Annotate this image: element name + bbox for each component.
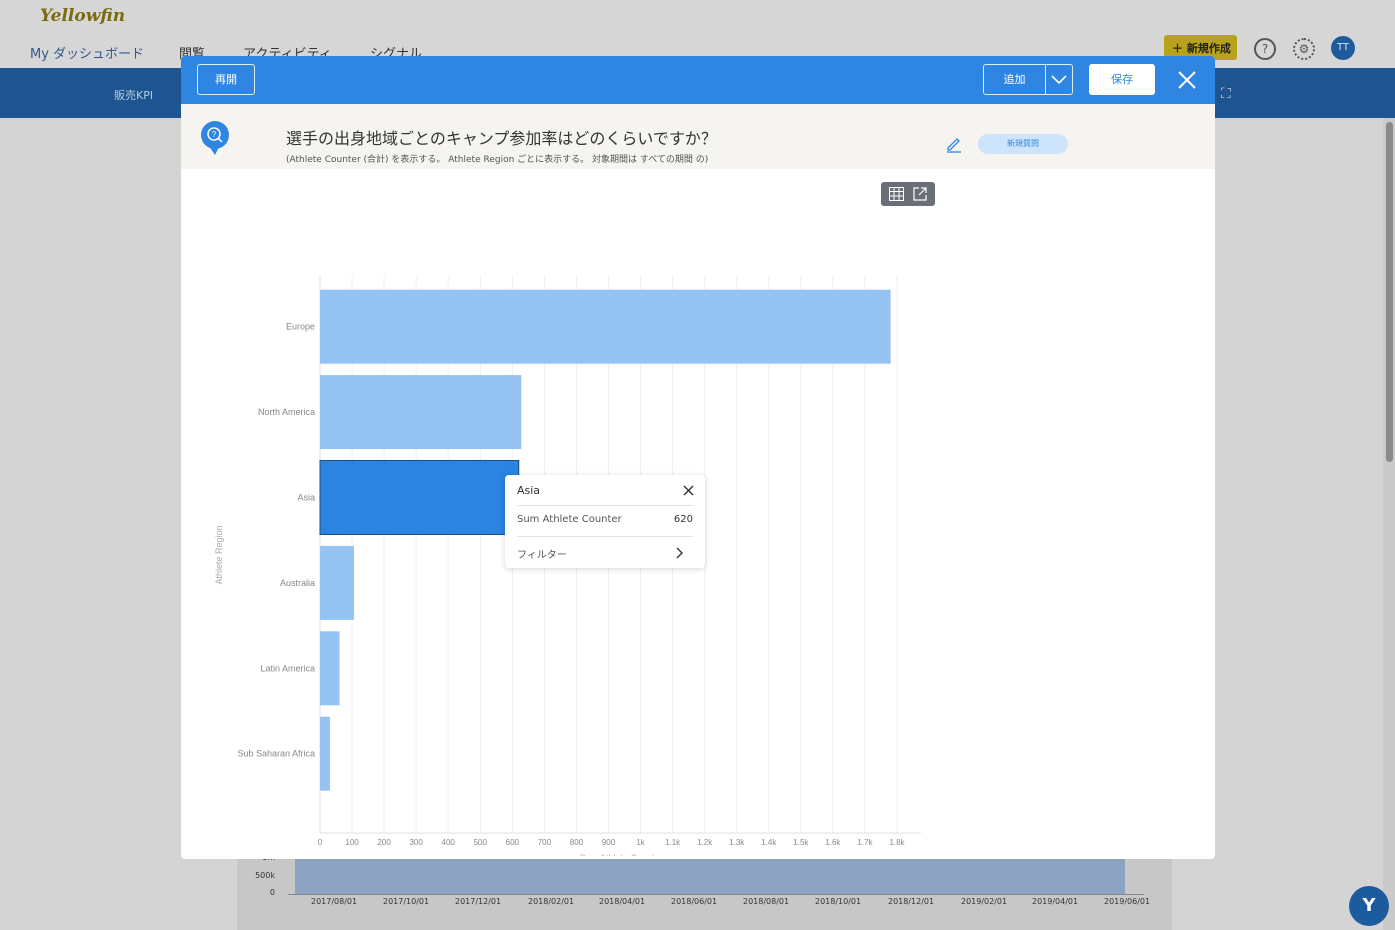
background-x-tick: 2019/02/01 bbox=[961, 897, 1008, 906]
tooltip-metric-value: 620 bbox=[673, 514, 693, 525]
x-tick-label: 800 bbox=[570, 838, 584, 847]
category-label: Europe bbox=[286, 322, 315, 332]
guided-question-modal: 再開 追加 保存 ? 選手の出身地域ごとのキャンプ参加率はどのくらいですか？ (… bbox=[181, 56, 1215, 859]
dashboard-tab-sales-kpi[interactable]: 販売KPI bbox=[114, 87, 153, 103]
category-label: Sub Saharan Africa bbox=[237, 749, 315, 759]
x-tick-label: 1.3k bbox=[729, 838, 745, 847]
help-icon[interactable]: ? bbox=[1254, 38, 1276, 60]
bar-europe[interactable] bbox=[320, 289, 891, 364]
chevron-down-icon[interactable] bbox=[1050, 71, 1068, 89]
category-label: North America bbox=[258, 407, 315, 417]
tooltip-metric-label: Sum Athlete Counter bbox=[517, 514, 622, 525]
chevron-right-icon[interactable] bbox=[676, 547, 684, 559]
bar-sub-saharan-africa[interactable] bbox=[320, 716, 330, 791]
x-tick-label: 500 bbox=[474, 838, 488, 847]
background-x-tick: 2019/06/01 bbox=[1104, 897, 1151, 906]
category-label: Australia bbox=[280, 578, 315, 588]
background-y-tick: 500k bbox=[255, 871, 275, 880]
bar-australia[interactable] bbox=[320, 545, 354, 620]
fullscreen-icon[interactable]: ⛶ bbox=[1221, 86, 1231, 102]
pencil-edit-icon[interactable] bbox=[945, 135, 963, 153]
save-button[interactable]: 保存 bbox=[1089, 64, 1155, 95]
table-icon[interactable] bbox=[889, 187, 904, 201]
x-tick-label: 200 bbox=[377, 838, 391, 847]
question-bar: ? 選手の出身地域ごとのキャンプ参加率はどのくらいですか？ (Athlete C… bbox=[181, 104, 1215, 169]
add-button[interactable]: 追加 bbox=[984, 65, 1046, 94]
background-x-tick: 2018/04/01 bbox=[599, 897, 646, 906]
close-icon[interactable] bbox=[1177, 70, 1197, 90]
yellowfin-logo[interactable]: Yellowfin bbox=[40, 6, 125, 26]
background-x-tick: 2018/02/01 bbox=[528, 897, 575, 906]
x-tick-label: 1.5k bbox=[793, 838, 809, 847]
question-bubble-icon: ? bbox=[201, 121, 229, 155]
x-tick-label: 1.7k bbox=[857, 838, 873, 847]
assistant-fab-button[interactable]: Y bbox=[1349, 886, 1389, 926]
x-tick-label: 0 bbox=[318, 838, 323, 847]
reopen-button[interactable]: 再開 bbox=[197, 64, 255, 95]
x-axis-title: Sum Athlete Counter bbox=[579, 853, 662, 856]
x-tick-label: 1k bbox=[636, 838, 645, 847]
add-dropdown[interactable]: 追加 bbox=[983, 64, 1073, 95]
background-x-tick: 2017/08/01 bbox=[311, 897, 358, 906]
tooltip-title: Asia bbox=[517, 484, 541, 497]
background-x-tick: 2018/10/01 bbox=[815, 897, 862, 906]
question-title: 選手の出身地域ごとのキャンプ参加率はどのくらいですか？ bbox=[286, 129, 717, 148]
scrollbar-thumb[interactable] bbox=[1386, 122, 1393, 462]
svg-text:?: ? bbox=[212, 130, 217, 139]
background-x-tick: 2018/12/01 bbox=[888, 897, 935, 906]
category-label: Asia bbox=[297, 493, 315, 503]
background-area-series bbox=[295, 858, 1125, 894]
new-question-badge[interactable]: 新規質問 bbox=[978, 134, 1068, 154]
x-tick-label: 1.8k bbox=[889, 838, 905, 847]
x-tick-label: 400 bbox=[442, 838, 456, 847]
tooltip-filter-option[interactable]: フィルター bbox=[517, 546, 567, 561]
open-external-icon[interactable] bbox=[913, 187, 927, 201]
gear-icon[interactable]: ⚙ bbox=[1293, 38, 1315, 60]
x-tick-label: 600 bbox=[506, 838, 520, 847]
background-x-tick: 2017/12/01 bbox=[455, 897, 502, 906]
x-tick-label: 100 bbox=[345, 838, 359, 847]
bar-asia[interactable] bbox=[319, 460, 520, 535]
background-x-tick: 2017/10/01 bbox=[383, 897, 430, 906]
divider bbox=[517, 505, 693, 506]
bar-north-america[interactable] bbox=[320, 375, 522, 450]
background-x-tick: 2019/04/01 bbox=[1032, 897, 1079, 906]
nav-my-dashboard[interactable]: My ダッシュボード bbox=[18, 43, 157, 70]
background-x-axis bbox=[288, 894, 1144, 895]
x-tick-label: 1.4k bbox=[761, 838, 777, 847]
category-label: Latin America bbox=[260, 663, 315, 673]
x-tick-label: 900 bbox=[602, 838, 616, 847]
x-tick-label: 300 bbox=[409, 838, 423, 847]
avatar[interactable]: TT bbox=[1331, 36, 1355, 60]
data-point-tooltip: Asia Sum Athlete Counter 620 フィルター bbox=[505, 475, 705, 568]
background-x-tick: 2018/08/01 bbox=[743, 897, 790, 906]
modal-header: 再開 追加 保存 bbox=[181, 56, 1215, 104]
x-tick-label: 1.6k bbox=[825, 838, 841, 847]
background-x-tick: 2018/06/01 bbox=[671, 897, 718, 906]
x-tick-label: 1.2k bbox=[697, 838, 713, 847]
bar-latin-america[interactable] bbox=[320, 631, 340, 706]
chart-toolbar bbox=[881, 182, 935, 206]
question-description: (Athlete Counter (合計) を表示する。 Athlete Reg… bbox=[286, 155, 709, 165]
close-icon[interactable] bbox=[683, 485, 694, 496]
y-axis-title: Athlete Region bbox=[214, 525, 224, 584]
x-tick-label: 700 bbox=[538, 838, 552, 847]
divider bbox=[517, 536, 693, 537]
x-tick-label: 1.1k bbox=[665, 838, 681, 847]
background-y-tick: 0 bbox=[269, 888, 275, 897]
